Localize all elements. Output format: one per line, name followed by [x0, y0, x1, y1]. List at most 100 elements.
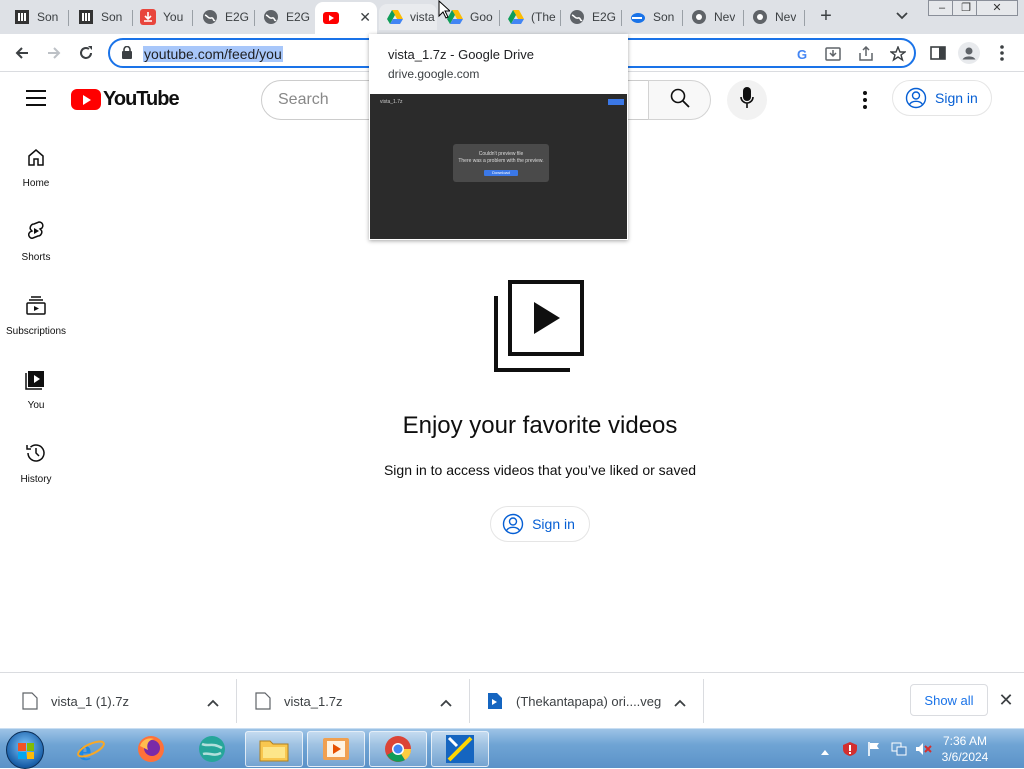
shorts-icon [0, 220, 72, 244]
tab-son-cloud[interactable]: Son [622, 4, 680, 30]
download-item[interactable]: vista_1 (1).7z [22, 681, 129, 721]
lock-icon[interactable] [122, 45, 132, 64]
search-button[interactable] [648, 80, 711, 120]
hover-card-title: vista_1.7z - Google Drive [388, 47, 534, 62]
tab-new-1[interactable]: Nev [683, 4, 741, 30]
search-icon [670, 88, 690, 113]
show-hidden-icons-icon[interactable] [820, 743, 830, 761]
chevron-up-icon[interactable] [207, 694, 219, 707]
url-text[interactable]: youtube.com/feed/you [143, 46, 283, 62]
firefox-icon[interactable] [122, 731, 180, 767]
chrome-menu-icon[interactable] [991, 42, 1013, 64]
voice-search-button[interactable] [727, 80, 767, 120]
forward-button[interactable] [43, 42, 65, 64]
file-explorer-icon[interactable] [245, 731, 303, 767]
download-item[interactable]: (Thekantapapa) ori....veg [487, 681, 661, 721]
system-clock[interactable]: 7:36 AM 3/6/2024 [935, 733, 995, 765]
tab-label: Son [101, 10, 123, 24]
close-window-button[interactable]: ✕ [976, 0, 1018, 16]
tab-you[interactable]: You [132, 4, 190, 30]
chevron-up-icon[interactable] [440, 694, 452, 707]
tab-label: You [163, 10, 184, 24]
guide-item-subscriptions[interactable]: Subscriptions [0, 276, 72, 350]
tab-e2g-2[interactable]: E2G [255, 4, 313, 30]
archive-icon [78, 9, 94, 25]
windows-taskbar: e 7:36 AM 3/6/2024 [0, 728, 1024, 769]
thumbnail-dialog-heading: Couldn't preview file [478, 151, 524, 157]
hover-card-domain: drive.google.com [388, 67, 480, 81]
tab-hover-card: vista_1.7z - Google Drive drive.google.c… [369, 34, 628, 240]
settings-kebab-icon[interactable] [855, 88, 875, 112]
guide-item-shorts[interactable]: Shorts [0, 202, 72, 276]
guide-label: History [20, 474, 52, 485]
app-globe-icon[interactable] [183, 731, 241, 767]
guide-label: Subscriptions [5, 326, 67, 337]
youtube-logo-text: YouTube [103, 88, 180, 110]
youtube-icon [323, 10, 339, 26]
chevron-up-icon[interactable] [674, 694, 686, 707]
tab-label: E2G [592, 10, 617, 24]
account-circle-icon [502, 513, 524, 535]
network-icon[interactable] [890, 741, 908, 762]
side-panel-icon[interactable] [927, 42, 949, 64]
tab-son-2[interactable]: Son [70, 4, 130, 30]
back-button[interactable] [11, 42, 33, 64]
globe-icon [263, 9, 279, 25]
menu-hamburger-icon[interactable] [26, 90, 46, 106]
file-icon [22, 692, 38, 710]
close-download-shelf-icon[interactable]: ✕ [997, 691, 1015, 709]
guide-item-you[interactable]: You [0, 350, 72, 424]
tab-new-2[interactable]: Nev [744, 4, 802, 30]
tab-close-icon[interactable]: ✕ [359, 9, 371, 26]
subscriptions-icon [0, 294, 72, 318]
new-tab-button[interactable]: + [815, 6, 837, 28]
reload-button[interactable] [75, 42, 97, 64]
tab-label: Nev [714, 10, 736, 24]
archive-icon [14, 9, 30, 25]
download-filename: (Thekantapapa) ori....veg [516, 693, 662, 709]
cloud-icon [630, 9, 646, 25]
hover-card-thumbnail: vista_1.7z Couldn't preview file There w… [370, 94, 627, 239]
guide-label: You [27, 400, 45, 411]
youtube-logo[interactable]: YouTube [71, 88, 180, 111]
empty-state-sign-in-button[interactable]: Sign in [490, 506, 590, 542]
media-player-icon[interactable] [307, 731, 365, 767]
download-separator [236, 679, 237, 723]
tab-vista-drive[interactable]: vista [379, 4, 437, 30]
tab-e2g-3[interactable]: E2G [561, 4, 619, 30]
action-center-flag-icon[interactable] [866, 741, 882, 762]
download-item[interactable]: vista_1.7z [255, 681, 343, 721]
header-sign-in-button[interactable]: Sign in [892, 80, 992, 116]
tab-son-1[interactable]: Son [6, 4, 66, 30]
google-lens-icon[interactable]: G [794, 45, 812, 63]
thumbnail-share-button [608, 99, 624, 105]
tab-youtube-active[interactable]: ✕ [315, 2, 377, 34]
you-icon [0, 368, 72, 392]
volume-muted-icon[interactable] [914, 741, 932, 762]
globe-icon [202, 9, 218, 25]
tab-the-drive[interactable]: (The [500, 4, 558, 30]
svg-text:e: e [78, 734, 91, 764]
tab-search-chevron-icon[interactable] [895, 8, 915, 26]
empty-state-sign-in-label: Sign in [532, 516, 575, 532]
bookmark-star-icon[interactable] [889, 45, 907, 63]
tab-separator [68, 10, 69, 26]
account-circle-icon [905, 87, 927, 109]
install-app-icon[interactable] [824, 45, 842, 63]
internet-explorer-icon[interactable]: e [62, 731, 120, 767]
guide-label: Home [22, 178, 50, 189]
guide-item-history[interactable]: History [0, 424, 72, 498]
tab-separator [804, 10, 805, 26]
show-all-button[interactable]: Show all [910, 684, 988, 716]
svg-text:G: G [797, 47, 807, 61]
download-separator [703, 679, 704, 723]
start-button[interactable] [6, 731, 44, 769]
share-icon[interactable] [857, 45, 875, 63]
tab-e2g-1[interactable]: E2G [194, 4, 252, 30]
video-editor-icon[interactable] [431, 731, 489, 767]
guide-item-home[interactable]: Home [0, 128, 72, 202]
chrome-taskbar-icon[interactable] [369, 731, 427, 767]
profile-avatar-icon[interactable] [958, 42, 980, 64]
security-alert-icon[interactable] [842, 741, 858, 762]
chrome-icon [752, 9, 768, 25]
